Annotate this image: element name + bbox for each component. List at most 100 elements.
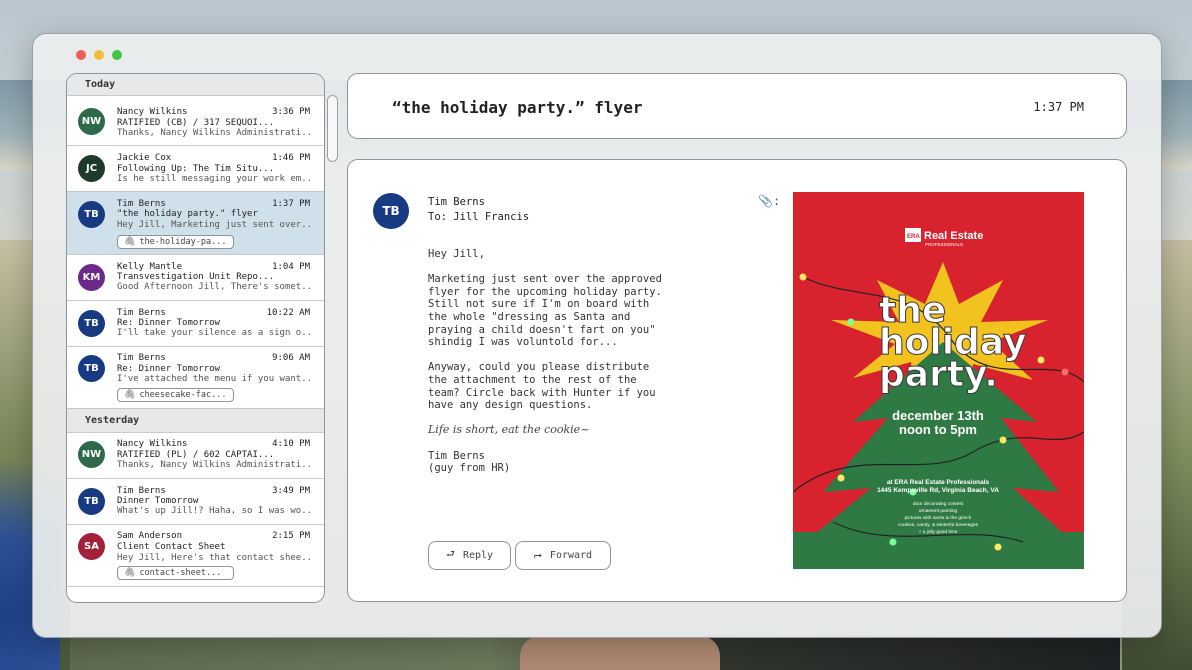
list-item-selected[interactable]: TB Tim Berns 1:37 PM "the holiday party.… [67, 192, 324, 255]
message-subject: RATIFIED (CB) / 317 SEQUOI... [117, 118, 275, 128]
reply-label: Reply [462, 550, 494, 561]
light-bulb [847, 318, 855, 326]
message-preview: What's up Jill!? Haha, so I was wo... [117, 506, 312, 516]
message-time: 10:22 AM [266, 308, 310, 318]
message-subject: RATIFIED (PL) / 602 CAPTAI... [117, 450, 275, 460]
flyer-date: december 13th [892, 408, 984, 423]
paperclip-icon[interactable]: 📎: [758, 194, 780, 208]
message-preview: Thanks, Nancy Wilkins Administrati... [117, 460, 312, 470]
zoom-window-button[interactable] [112, 50, 122, 60]
attachment-chip[interactable]: 🖇 contact-sheet... [117, 566, 234, 580]
flyer-activity: + a jolly good time [919, 529, 958, 535]
message-body: Hey Jill, Marketing just sent over the a… [428, 248, 698, 475]
flyer-time: noon to 5pm [899, 422, 977, 437]
list-item[interactable]: JC Jackie Cox 1:46 PM Following Up: The … [67, 146, 324, 192]
message-recipient: To: Jill Francis [428, 211, 530, 223]
message-preview: Good Afternoon Jill, There's somet... [117, 282, 312, 292]
sender-name: Sam Anderson [117, 531, 183, 541]
brand-name: Real Estate [924, 230, 983, 242]
flyer-activity: door decorating contest [913, 501, 964, 507]
light-bulb [994, 543, 1002, 551]
signature-quote: Life is short, eat the cookie~ [428, 423, 590, 437]
avatar: TB [78, 310, 105, 337]
sender-name: Jackie Cox [117, 153, 172, 163]
avatar: KM [78, 264, 105, 291]
flyer-venue: at ERA Real Estate Professionals [887, 479, 990, 486]
close-window-button[interactable] [76, 50, 86, 60]
forward-label: Forward [549, 550, 593, 561]
message-view: TB Tim Berns To: Jill Francis 📎: Hey Jil… [347, 159, 1127, 602]
light-bulb [837, 474, 845, 482]
paperclip-icon: 🖇 [124, 237, 136, 247]
page-title: “the holiday party.” flyer [392, 98, 643, 117]
message-list-scrollbar[interactable] [327, 95, 338, 162]
message-subject: Client Contact Sheet [117, 542, 226, 552]
section-header-yesterday: Yesterday [67, 409, 324, 433]
attachment-name: cheesecake-fac... [139, 390, 227, 400]
message-subject: Dinner Tomorrow [117, 496, 199, 506]
avatar: SA [78, 533, 105, 560]
attachment-chip[interactable]: 🖇 the-holiday-pa... [117, 235, 234, 249]
reply-icon: ⮐ [445, 549, 455, 560]
message-preview: Hey Jill, Here's that contact shee... [117, 553, 312, 563]
message-preview: Is he still messaging your work em... [117, 174, 312, 184]
minimize-window-button[interactable] [94, 50, 104, 60]
message-time: 4:10 PM [272, 439, 310, 449]
message-time: 2:15 PM [272, 531, 310, 541]
message-subject: Transvestigation Unit Repo... [117, 272, 275, 282]
header-time: 1:37 PM [1033, 100, 1084, 114]
message-preview: Thanks, Nancy Wilkins Administrati... [117, 128, 312, 138]
list-item[interactable]: SA Sam Anderson 2:15 PM Client Contact S… [67, 525, 324, 587]
list-item[interactable]: NW Nancy Wilkins 4:10 PM RATIFIED (PL) /… [67, 433, 324, 479]
list-item[interactable]: TB Tim Berns 9:06 AM Re: Dinner Tomorrow… [67, 347, 324, 409]
sender-name: Kelly Mantle [117, 262, 183, 272]
background-person-neck [520, 636, 720, 670]
light-bulb [1061, 368, 1069, 376]
attachment-chip[interactable]: 🖇 cheesecake-fac... [117, 388, 234, 402]
flyer-activity: cookies, candy, & winterful beverages [898, 522, 979, 528]
message-time: 1:37 PM [272, 199, 310, 209]
flyer-activity: ornament painting [919, 508, 958, 514]
mail-window: Today NW Nancy Wilkins 3:36 PM RATIFIED … [32, 33, 1162, 638]
message-sender: Tim Berns [428, 196, 485, 208]
brand-mark-text: ERA [907, 234, 920, 240]
message-paragraph: Anyway, could you please distribute the … [428, 361, 656, 412]
forward-icon: ⮣ [533, 550, 542, 561]
tree-base [793, 532, 1084, 569]
message-time: 3:49 PM [272, 486, 310, 496]
message-time: 1:04 PM [272, 262, 310, 272]
flyer-activity: pictures with santa & the grinch [905, 515, 972, 521]
message-list: Today NW Nancy Wilkins 3:36 PM RATIFIED … [66, 73, 325, 603]
sender-name: Tim Berns [117, 353, 166, 363]
signature-title: (guy from HR) [428, 462, 511, 475]
message-time: 1:46 PM [272, 153, 310, 163]
message-time: 3:36 PM [272, 107, 310, 117]
message-subject: Re: Dinner Tomorrow [117, 318, 220, 328]
message-subject: "the holiday party." flyer [117, 209, 258, 219]
sender-name: Tim Berns [117, 308, 166, 318]
flyer-attachment-image[interactable]: ERA Real Estate PROFESSIONALS the holida… [793, 192, 1084, 569]
message-preview: I'll take your silence as a sign o... [117, 328, 312, 338]
list-item[interactable]: KM Kelly Mantle 1:04 PM Transvestigation… [67, 255, 324, 301]
avatar: TB [78, 488, 105, 515]
flyer-graphic: ERA Real Estate PROFESSIONALS the holida… [793, 192, 1084, 569]
forward-button[interactable]: ⮣ Forward [515, 541, 611, 570]
message-header: “the holiday party.” flyer 1:37 PM [347, 73, 1127, 139]
avatar: TB [78, 355, 105, 382]
message-preview: I've attached the menu if you want... [117, 374, 312, 384]
message-preview: Hey Jill, Marketing just sent over... [117, 220, 312, 230]
paperclip-icon: 🖇 [124, 390, 136, 400]
reply-button[interactable]: ⮐ Reply [428, 541, 511, 570]
window-controls [76, 50, 122, 60]
list-item[interactable]: TB Tim Berns 10:22 AM Re: Dinner Tomorro… [67, 301, 324, 347]
message-paragraph: Marketing just sent over the approved fl… [428, 273, 662, 349]
avatar: NW [78, 441, 105, 468]
signature-name: Tim Berns [428, 449, 485, 462]
attachment-name: the-holiday-pa... [139, 237, 227, 247]
attachment-name: contact-sheet... [139, 568, 222, 578]
avatar: NW [78, 108, 105, 135]
list-item[interactable]: TB Tim Berns 3:49 PM Dinner Tomorrow Wha… [67, 479, 324, 525]
list-item[interactable]: NW Nancy Wilkins 3:36 PM RATIFIED (CB) /… [67, 96, 324, 146]
light-bulb [799, 273, 807, 281]
sender-name: Nancy Wilkins [117, 439, 188, 449]
